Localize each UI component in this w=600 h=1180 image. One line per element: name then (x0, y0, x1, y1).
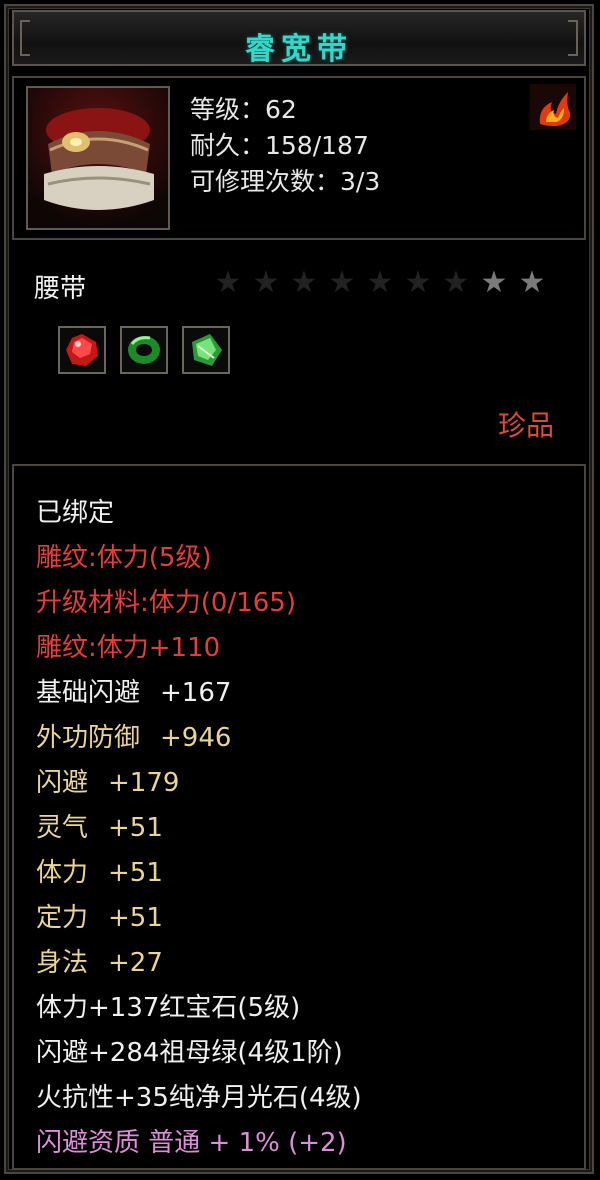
item-name: 睿宽带 (245, 32, 353, 67)
star-icon: ★ (290, 265, 318, 300)
attribute-line: 灵气 +51 (36, 807, 163, 844)
attribute-value: +167 (160, 678, 232, 708)
attribute-line: 雕纹:体力+110 (36, 627, 220, 664)
attribute-line: 雕纹:体力(5级) (36, 537, 212, 574)
stat-durability: 耐久：158/187 (190, 131, 369, 160)
attribute-value: +51 (108, 858, 163, 888)
gem-slot-ruby[interactable] (58, 326, 106, 374)
attribute-text: 已绑定 (36, 498, 115, 528)
attribute-text: 灵气 (36, 813, 89, 843)
attribute-text: 升级材料:体力(0/165) (36, 588, 296, 618)
attribute-text: 雕纹:体力(5级) (36, 543, 212, 573)
attribute-value: +179 (108, 768, 180, 798)
attribute-line: 闪避资质 普通 + 1% (+2) (36, 1122, 347, 1159)
gem-sockets (58, 326, 230, 374)
attribute-value: +51 (108, 903, 163, 933)
attribute-line: 已绑定 (36, 492, 114, 529)
rarity-label: 珍品 (497, 409, 554, 442)
attribute-text: 闪避 (36, 768, 89, 798)
star-icon: ★ (480, 265, 508, 300)
gem-slot-jade[interactable] (120, 326, 168, 374)
item-type: 腰带 (34, 274, 87, 304)
attribute-text: 闪避资质 普通 + 1% (+2) (36, 1128, 347, 1158)
star-rating: ★ ★ ★ ★ ★ ★ ★ ★ ★ (212, 266, 548, 300)
ruby-gem-icon (66, 334, 98, 366)
star-icon: ★ (366, 265, 394, 300)
attribute-line: 身法 +27 (36, 942, 163, 979)
attribute-line: 体力 +51 (36, 852, 163, 889)
attribute-text: 基础闪避 (36, 678, 141, 708)
attribute-line: 基础闪避 +167 (36, 672, 231, 709)
attribute-value: +946 (160, 723, 232, 753)
attribute-text: 定力 (36, 903, 89, 933)
attribute-text: 体力+137红宝石(5级) (36, 993, 301, 1023)
gem-slot-moonstone[interactable] (182, 326, 230, 374)
attribute-value: +51 (108, 813, 163, 843)
attribute-line: 升级材料:体力(0/165) (36, 582, 296, 619)
item-header: 等级：62 耐久：158/187 可修理次数：3/3 (12, 76, 586, 240)
star-icon: ★ (328, 265, 356, 300)
belt-icon (26, 86, 170, 230)
green-crystal-icon (192, 334, 222, 366)
star-icon: ★ (214, 265, 242, 300)
star-icon: ★ (518, 265, 546, 300)
attribute-text: 外功防御 (36, 723, 141, 753)
attribute-value: +27 (108, 948, 163, 978)
attribute-line: 外功防御 +946 (36, 717, 231, 754)
stat-level: 等级：62 (190, 95, 297, 124)
attributes-panel: 已绑定雕纹:体力(5级) 升级材料:体力(0/165) 雕纹:体力+110 基础闪避 +… (12, 464, 586, 1170)
title-bar: 睿宽带 (12, 10, 586, 67)
attribute-line: 闪避 +179 (36, 762, 179, 799)
attribute-line: 火抗性+35纯净月光石(4级) (36, 1077, 362, 1114)
attribute-text: 体力 (36, 858, 89, 888)
attribute-text: 雕纹:体力+110 (36, 633, 221, 663)
attribute-line: 定力 +51 (36, 897, 163, 934)
star-icon: ★ (252, 265, 280, 300)
jade-ring-icon (128, 336, 160, 364)
attribute-text: 身法 (36, 948, 89, 978)
star-icon: ★ (404, 265, 432, 300)
attribute-text: 火抗性+35纯净月光石(4级) (36, 1083, 362, 1113)
attribute-line: 闪避+284祖母绿(4级1阶) (36, 1032, 343, 1069)
stat-repair-count: 可修理次数：3/3 (190, 167, 381, 196)
fire-attribute-icon (530, 84, 576, 130)
star-icon: ★ (442, 265, 470, 300)
attribute-line: 体力+137红宝石(5级) (36, 987, 300, 1024)
attribute-text: 闪避+284祖母绿(4级1阶) (36, 1038, 343, 1068)
